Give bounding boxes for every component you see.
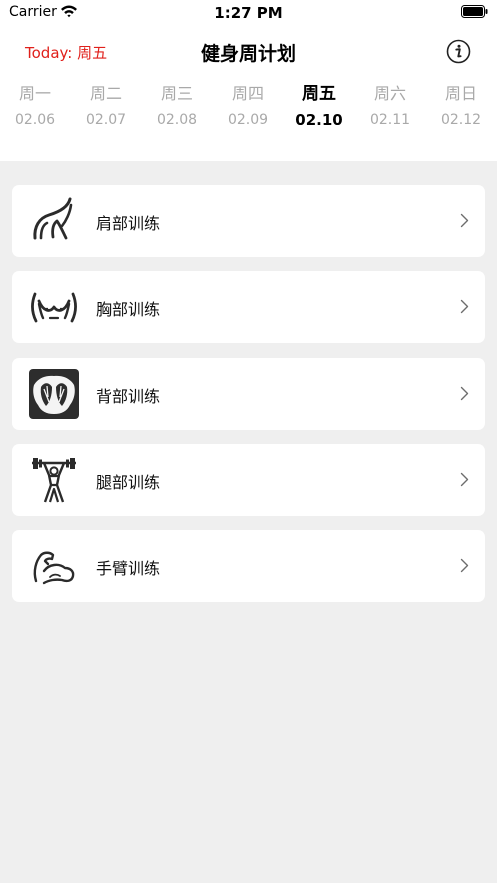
day-tab-tue[interactable]: 周二 02.07	[71, 82, 141, 130]
shoulder-icon	[33, 197, 73, 240]
day-tab-wed[interactable]: 周三 02.08	[142, 82, 212, 130]
day-name: 周一	[18, 84, 51, 103]
day-name: 周日	[444, 84, 477, 103]
nav-header: Today: 周五 健身周计划	[0, 34, 497, 70]
day-name: 周三	[160, 84, 193, 103]
day-date: 02.06	[14, 112, 56, 128]
day-date: 02.08	[156, 112, 198, 128]
chest-icon	[31, 292, 77, 323]
page-title: 健身周计划	[200, 43, 296, 65]
chevron-right-icon	[460, 472, 469, 487]
day-date: 02.12	[440, 112, 482, 128]
day-name: 周二	[89, 84, 122, 103]
workout-card-shoulder[interactable]: 肩部训练	[12, 185, 485, 257]
day-date: 02.07	[85, 112, 127, 128]
chevron-right-icon	[460, 299, 469, 314]
workout-card-back[interactable]: 背部训练	[12, 358, 485, 430]
clock-time: 1:27 PM	[214, 4, 283, 22]
day-date: 02.10	[295, 111, 343, 129]
workout-label: 背部训练	[96, 387, 161, 406]
workout-card-arms[interactable]: 手臂训练	[12, 530, 485, 602]
workout-label: 胸部训练	[96, 300, 161, 319]
workout-label: 肩部训练	[96, 214, 161, 233]
chevron-right-icon	[460, 558, 469, 573]
battery-icon	[461, 5, 488, 18]
day-tab-mon[interactable]: 周一 02.06	[0, 82, 70, 130]
weightlifter-icon	[32, 458, 76, 503]
workout-card-chest[interactable]: 胸部训练	[12, 271, 485, 343]
workout-card-legs[interactable]: 腿部训练	[12, 444, 485, 516]
day-tab-sat[interactable]: 周六 02.11	[355, 82, 425, 130]
arm-icon	[33, 551, 75, 585]
info-circle-icon[interactable]	[446, 39, 471, 64]
week-selector: 周一 02.06 周二 02.07 周三 02.08 周四 02.09 周五 0…	[0, 82, 497, 138]
back-icon	[29, 369, 79, 419]
day-date: 02.09	[227, 112, 269, 128]
status-bar: Carrier 1:27 PM	[0, 0, 497, 26]
day-tab-thu[interactable]: 周四 02.09	[213, 82, 283, 130]
top-panel: Carrier 1:27 PM Today: 周五 健身周计划 周一 02.06…	[0, 0, 497, 161]
workout-label: 手臂训练	[96, 559, 161, 578]
day-name: 周四	[231, 84, 264, 103]
day-name: 周六	[373, 84, 406, 103]
chevron-right-icon	[460, 213, 469, 228]
day-name: 周五	[302, 84, 336, 104]
day-tab-fri[interactable]: 周五 02.10	[284, 82, 354, 130]
day-date: 02.11	[369, 112, 411, 128]
chevron-right-icon	[460, 386, 469, 401]
workout-label: 腿部训练	[96, 473, 161, 492]
day-tab-sun[interactable]: 周日 02.12	[426, 82, 496, 130]
